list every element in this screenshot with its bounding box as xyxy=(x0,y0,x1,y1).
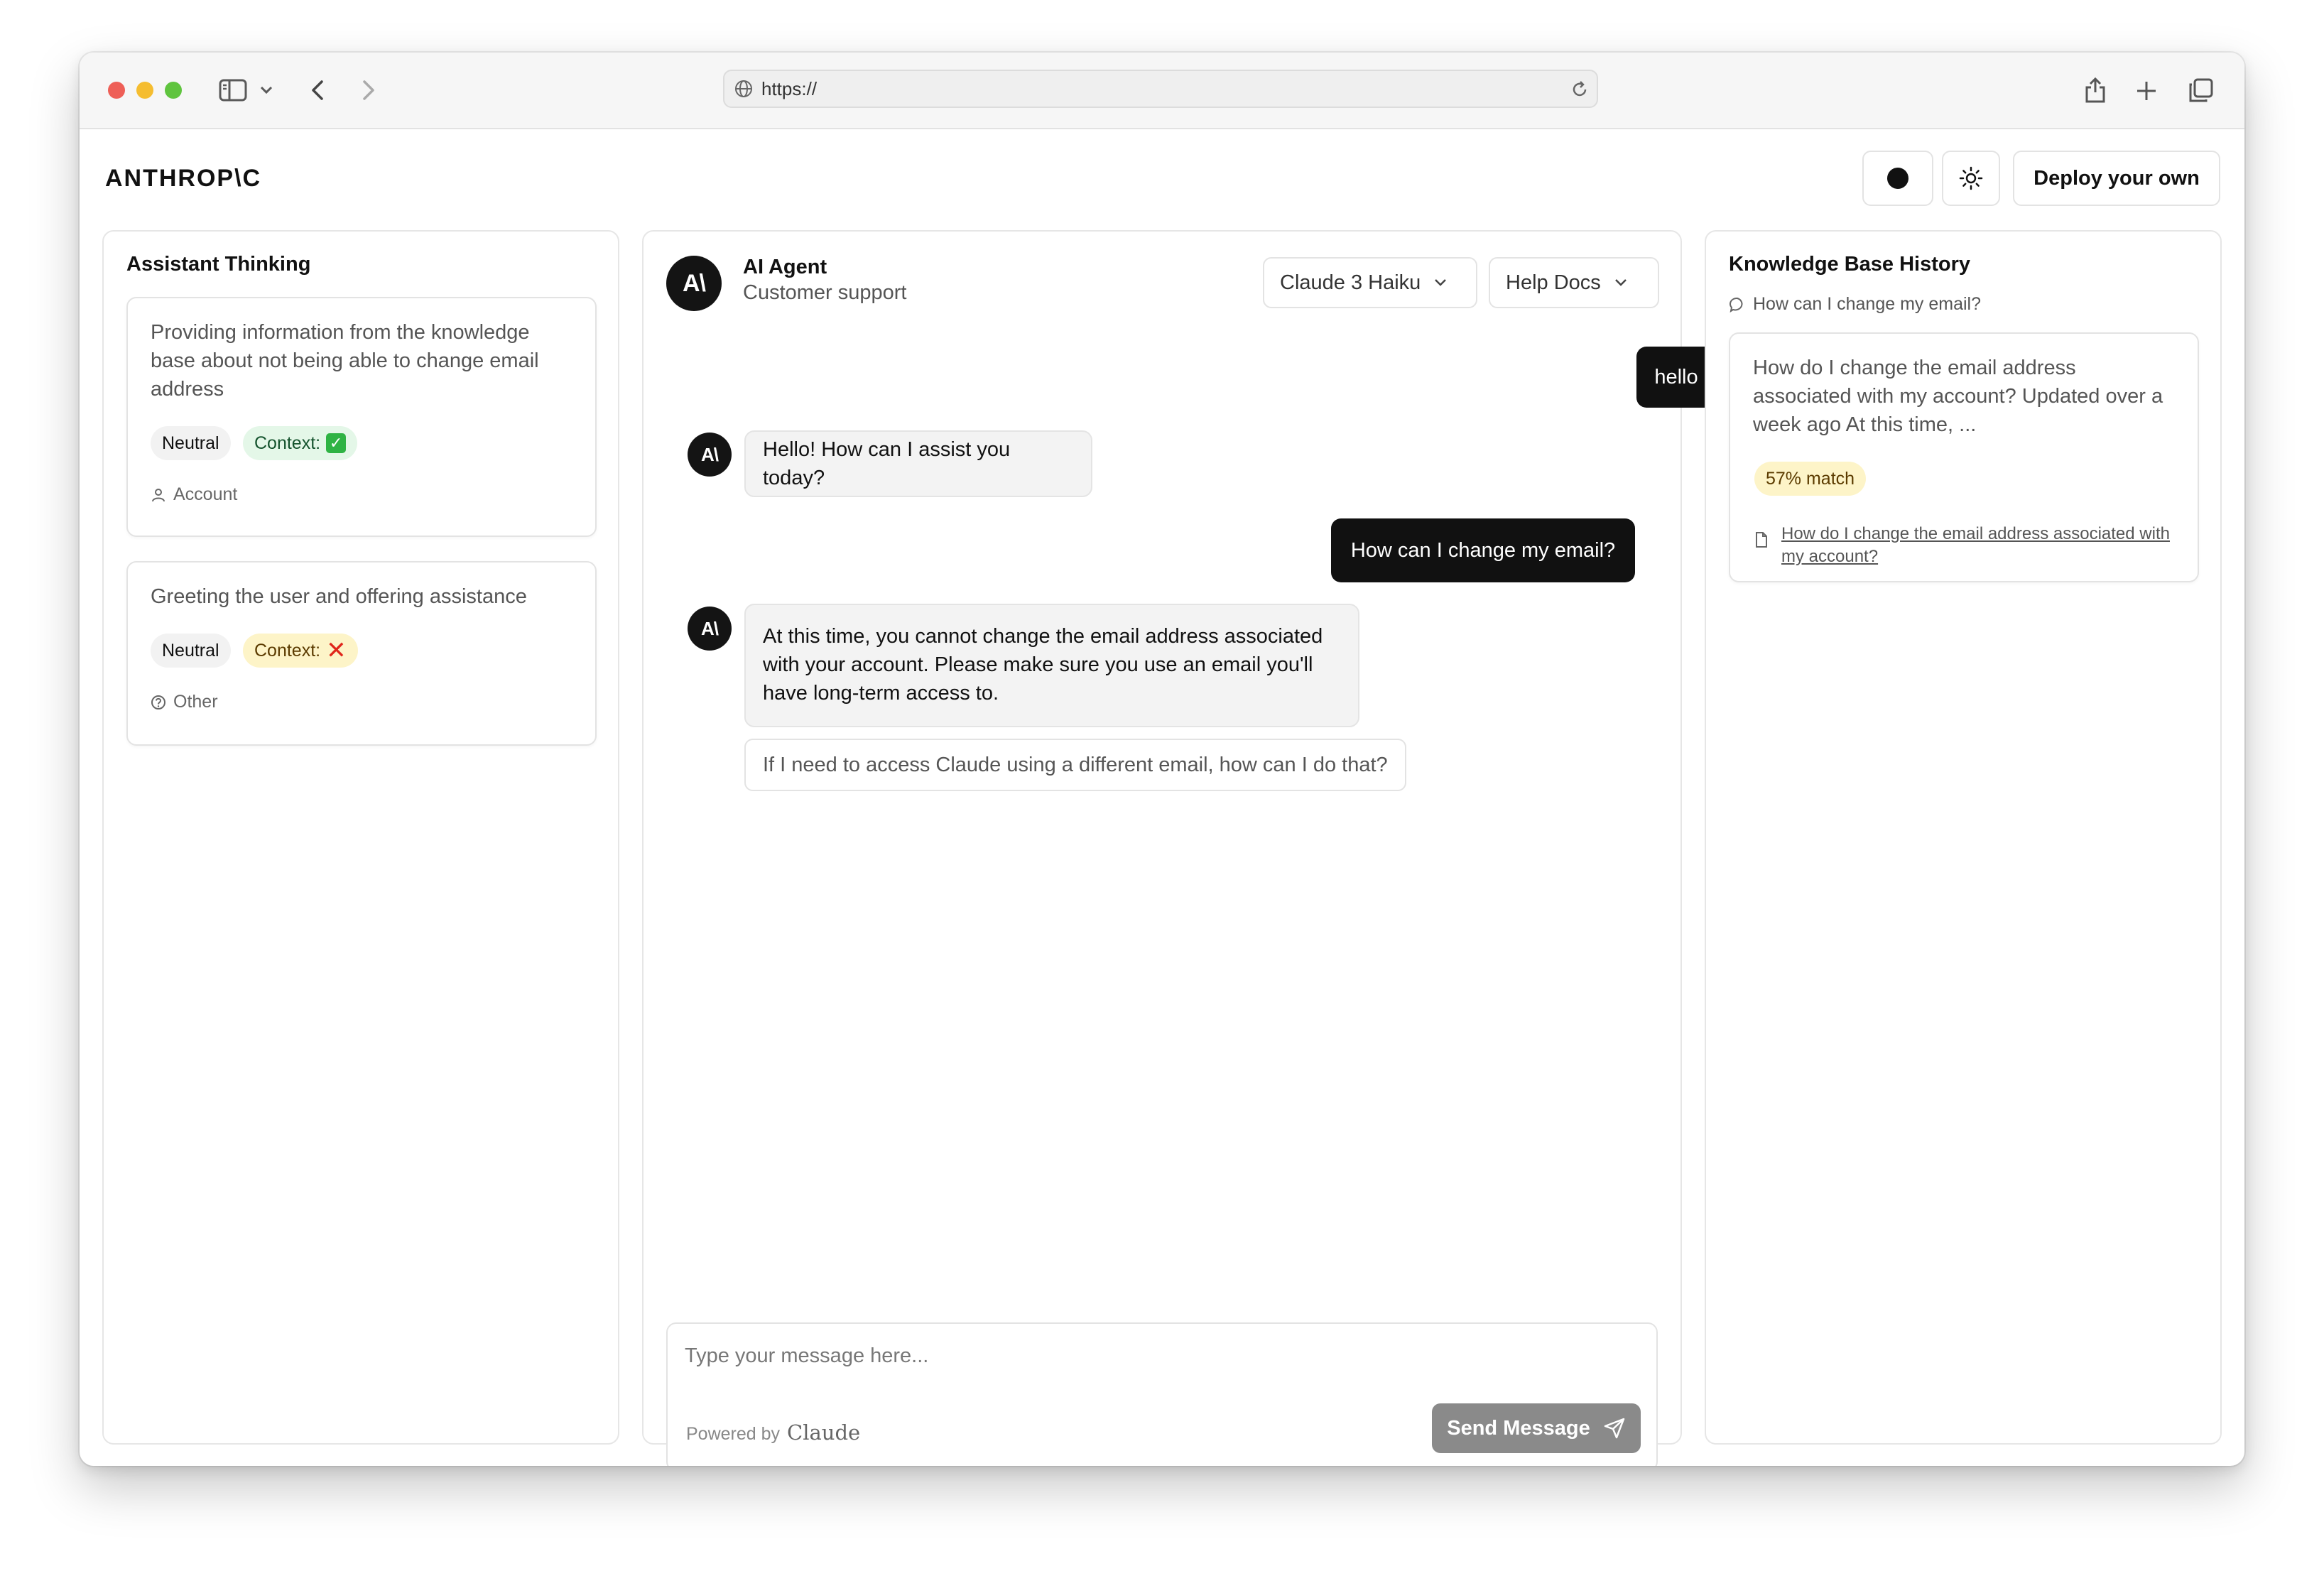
message-circle-icon xyxy=(1729,296,1753,313)
model-select[interactable]: Claude 3 Haiku xyxy=(1263,257,1477,308)
assistant-message: At this time, you cannot change the emai… xyxy=(744,604,1359,727)
message-line: have long-term access to. xyxy=(763,682,999,705)
forward-icon[interactable] xyxy=(357,77,381,104)
model-select-value: Claude 3 Haiku xyxy=(1280,271,1421,294)
panel-title: Knowledge Base History xyxy=(1729,253,1971,276)
powered-by: Powered by Claude xyxy=(686,1420,860,1445)
category-tag: Other xyxy=(151,692,218,712)
reload-icon[interactable] xyxy=(1570,80,1590,99)
thinking-card: Greeting the user and offering assistanc… xyxy=(126,561,597,746)
send-message-button[interactable]: Send Message xyxy=(1432,1403,1641,1453)
deploy-button-label: Deploy your own xyxy=(2034,166,2200,190)
back-icon[interactable] xyxy=(305,77,330,104)
knowledge-base-panel: Knowledge Base History How can I change … xyxy=(1705,230,2222,1445)
user-icon xyxy=(151,487,173,503)
claude-wordmark: Claude xyxy=(787,1420,861,1445)
address-bar[interactable]: https:// xyxy=(723,70,1598,108)
theme-dot-button[interactable] xyxy=(1862,151,1933,206)
context-badge: Context: ✓ xyxy=(243,426,358,460)
chevron-down-icon xyxy=(1601,278,1628,287)
sentiment-badge: Neutral xyxy=(151,426,231,460)
context-badge: Context: ✕ xyxy=(243,634,358,668)
kb-query: How can I change my email? xyxy=(1729,294,1981,315)
browser-window: https:// ANTHROP\C Deploy your own Assis… xyxy=(80,53,2244,1466)
circle-icon xyxy=(1887,168,1908,189)
kb-result-card[interactable]: How do I change the email address associ… xyxy=(1729,332,2199,582)
suggested-question-button[interactable]: If I need to access Claude using a diffe… xyxy=(744,739,1406,791)
kb-source-link[interactable]: How do I change the email address associ… xyxy=(1781,523,2179,568)
new-tab-icon[interactable] xyxy=(2134,78,2159,104)
message-input[interactable] xyxy=(668,1324,1656,1388)
match-badge: 57% match xyxy=(1754,462,1867,496)
anthropic-logo: ANTHROP\C xyxy=(105,165,262,192)
sidebar-toggle-icon[interactable] xyxy=(217,77,249,104)
context-label: Context: xyxy=(254,433,321,453)
minimize-window-button[interactable] xyxy=(136,82,153,99)
message-line: with your account. Please make sure you … xyxy=(763,653,1313,676)
agent-name: AI Agent xyxy=(743,256,827,278)
file-icon xyxy=(1754,531,1769,548)
url-text: https:// xyxy=(761,77,818,99)
thinking-text: Greeting the user and offering assistanc… xyxy=(151,585,527,608)
globe-icon xyxy=(734,80,753,98)
chevron-down-icon xyxy=(1421,278,1448,287)
context-label: Context: xyxy=(254,640,321,661)
category-label: Account xyxy=(173,484,238,504)
kb-result-text: How do I change the email address associ… xyxy=(1753,357,2163,436)
kb-select-value: Help Docs xyxy=(1506,271,1601,294)
share-icon[interactable] xyxy=(2083,74,2108,105)
assistant-thinking-panel: Assistant Thinking Providing information… xyxy=(102,230,619,1445)
chat-panel: A\ AI Agent Customer support Claude 3 Ha… xyxy=(642,230,1716,1466)
check-icon: ✓ xyxy=(326,433,347,453)
sun-icon xyxy=(1958,165,1984,191)
agent-avatar: A\ xyxy=(666,256,722,311)
assistant-avatar: A\ xyxy=(688,607,732,651)
panel-title: Assistant Thinking xyxy=(126,253,311,276)
agent-role: Customer support xyxy=(743,281,907,304)
thinking-text: Providing information from the knowledge… xyxy=(151,321,539,401)
knowledge-base-select[interactable]: Help Docs xyxy=(1489,257,1659,308)
assistant-message: Hello! How can I assist you today? xyxy=(744,430,1092,497)
user-message: How can I change my email? xyxy=(1331,518,1635,582)
message-composer: Powered by Claude Send Message xyxy=(666,1322,1658,1466)
chevron-down-icon[interactable] xyxy=(259,81,274,99)
thinking-card: Providing information from the knowledge… xyxy=(126,297,597,537)
category-tag: Account xyxy=(151,484,237,505)
theme-toggle-button[interactable] xyxy=(1942,151,2000,206)
sentiment-badge: Neutral xyxy=(151,634,231,668)
maximize-window-button[interactable] xyxy=(165,82,182,99)
deploy-button[interactable]: Deploy your own xyxy=(2013,151,2220,206)
powered-by-label: Powered by xyxy=(686,1424,781,1444)
message-line: At this time, you cannot change the emai… xyxy=(763,625,1323,648)
send-label: Send Message xyxy=(1447,1416,1590,1440)
send-icon xyxy=(1590,1417,1626,1440)
kb-query-text: How can I change my email? xyxy=(1753,294,1981,314)
tab-overview-icon[interactable] xyxy=(2186,77,2215,105)
assistant-avatar: A\ xyxy=(688,433,732,477)
browser-titlebar: https:// xyxy=(80,53,2244,129)
close-window-button[interactable] xyxy=(108,82,125,99)
cross-icon: ✕ xyxy=(326,637,347,664)
category-label: Other xyxy=(173,692,218,712)
help-circle-icon xyxy=(151,695,173,710)
